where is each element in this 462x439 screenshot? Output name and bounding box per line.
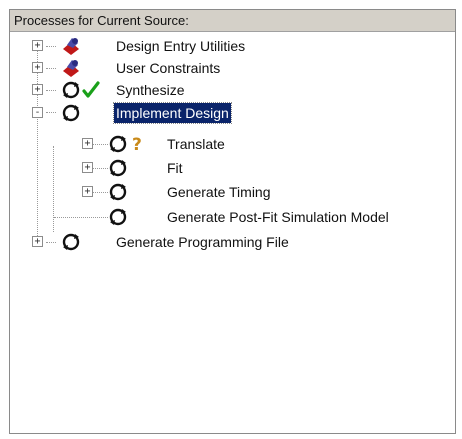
tree-item-label: Generate Programming File	[116, 234, 289, 250]
tree-item-user-constraints[interactable]: + User Constraints	[10, 57, 450, 79]
expand-toggle[interactable]: +	[32, 236, 43, 247]
tree-item-label: Generate Post-Fit Simulation Model	[167, 209, 389, 225]
process-cycle-icon	[60, 79, 82, 101]
tree-item-implement-design[interactable]: - Implement Design	[10, 102, 450, 124]
process-icon-red	[60, 35, 82, 57]
tree-item-label: Synthesize	[116, 82, 185, 98]
process-cycle-icon	[107, 133, 129, 155]
process-icon-red	[60, 57, 82, 79]
process-cycle-icon	[107, 206, 129, 228]
tree-item-design-entry-utilities[interactable]: + Design Entry Utilities	[10, 35, 450, 57]
process-cycle-icon	[60, 231, 82, 253]
process-tree: + Design Entry Utilities + User Constrai…	[10, 32, 455, 433]
tree-item-label: Implement Design	[113, 102, 232, 124]
collapse-toggle[interactable]: -	[32, 107, 43, 118]
expand-toggle[interactable]: +	[32, 40, 43, 51]
tree-item-label: User Constraints	[116, 60, 221, 76]
expand-toggle[interactable]: +	[82, 186, 93, 197]
svg-text:?: ?	[132, 135, 142, 155]
tree-item-label: Translate	[167, 136, 225, 152]
checkmark-icon	[82, 79, 100, 101]
expand-toggle[interactable]: +	[32, 62, 43, 73]
tree-item-label: Fit	[167, 160, 183, 176]
tree-item-generate-programming-file[interactable]: + Generate Programming File	[10, 231, 450, 253]
process-cycle-icon	[107, 157, 129, 179]
process-cycle-icon	[107, 181, 129, 203]
tree-item-synthesize[interactable]: + Synthesize	[10, 79, 450, 101]
tree-item-fit[interactable]: + Fit	[10, 157, 450, 179]
tree-item-translate[interactable]: + ? Translate	[10, 133, 450, 155]
tree-item-label: Design Entry Utilities	[116, 38, 246, 54]
tree-item-label: Generate Timing	[167, 184, 271, 200]
tree-item-generate-post-fit-simulation-model[interactable]: Generate Post-Fit Simulation Model	[10, 206, 450, 228]
question-icon: ?	[129, 133, 147, 155]
processes-panel: Processes for Current Source: + Design E…	[9, 9, 456, 434]
expand-toggle[interactable]: +	[32, 84, 43, 95]
tree-item-generate-timing[interactable]: + Generate Timing	[10, 181, 450, 203]
process-cycle-icon	[60, 102, 82, 124]
expand-toggle[interactable]: +	[82, 138, 93, 149]
panel-header: Processes for Current Source:	[10, 10, 455, 32]
expand-toggle[interactable]: +	[82, 162, 93, 173]
